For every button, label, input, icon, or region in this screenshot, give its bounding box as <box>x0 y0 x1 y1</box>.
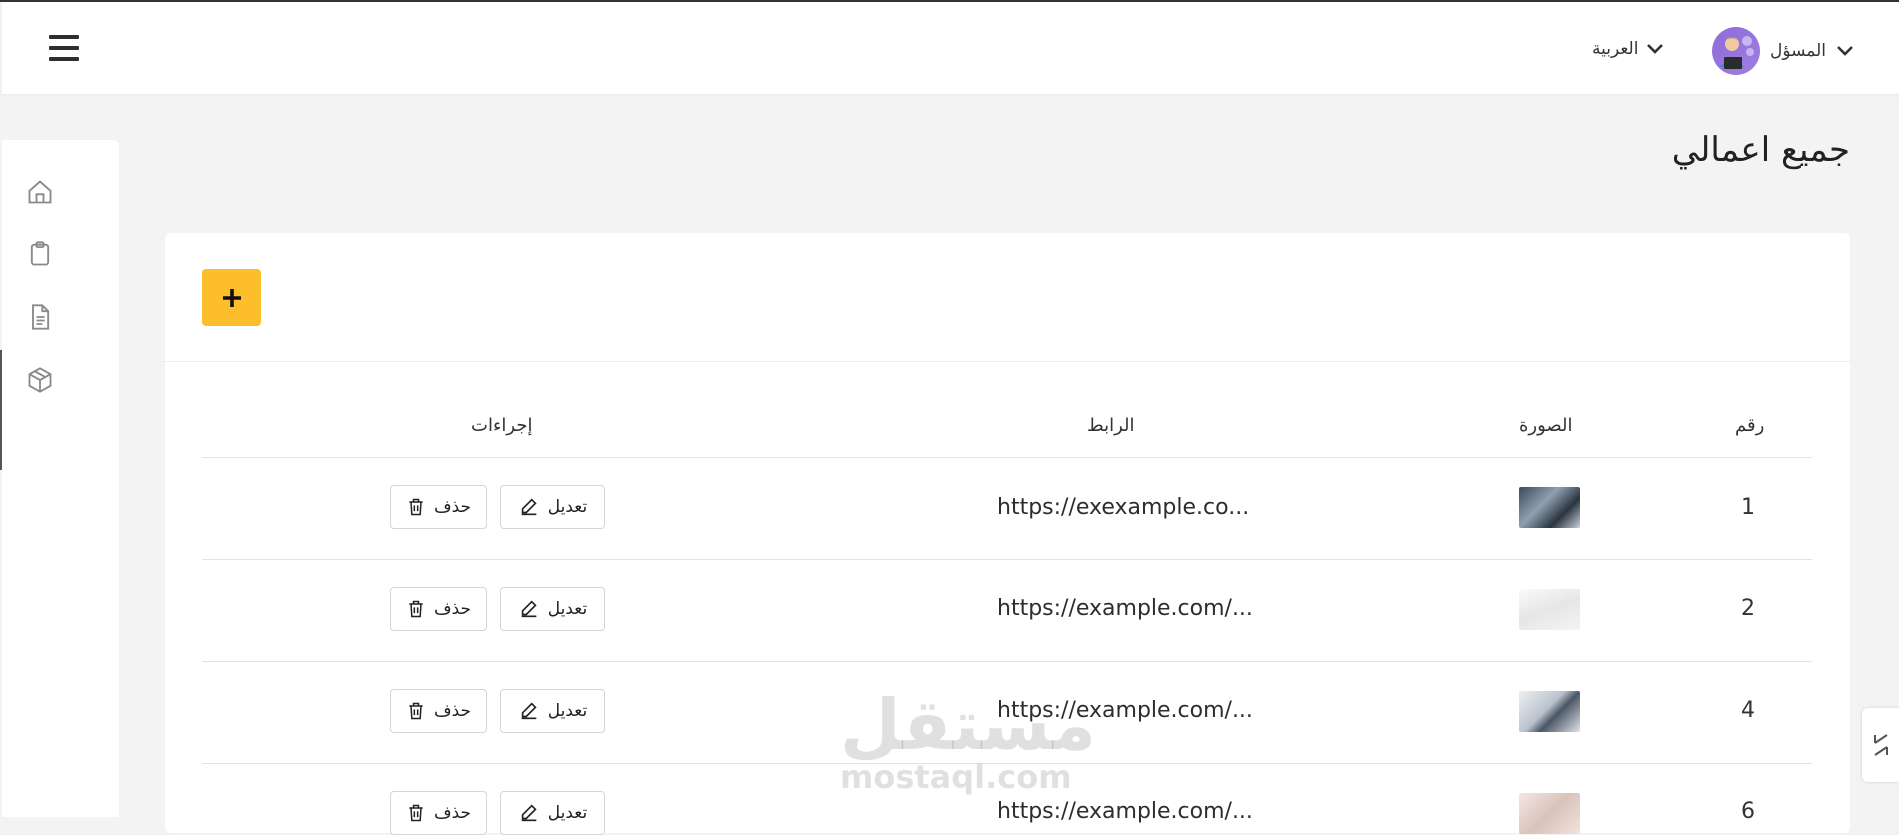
row-divider <box>202 559 1812 560</box>
trash-icon <box>409 498 423 516</box>
header-image: الصورة <box>1519 415 1573 436</box>
hamburger-menu-icon[interactable] <box>49 35 79 61</box>
work-thumbnail <box>1519 487 1580 528</box>
delete-label: حذف <box>433 497 472 517</box>
clipboard-icon[interactable] <box>26 240 54 268</box>
chevron-down-icon <box>1647 44 1664 54</box>
plus-icon <box>222 288 241 307</box>
edit-icon <box>521 702 537 720</box>
delete-label: حذف <box>433 803 472 823</box>
work-link[interactable]: https://exexample.co... <box>997 495 1249 520</box>
language-label: العربية <box>1592 39 1639 59</box>
delete-button[interactable]: حذف <box>390 791 487 835</box>
row-number: 6 <box>1741 799 1755 824</box>
header-number: رقم <box>1735 415 1765 436</box>
page-title: جميع اعمالي <box>1671 130 1850 170</box>
trash-icon <box>409 804 423 822</box>
row-number: 4 <box>1741 698 1755 723</box>
edit-label: تعديل <box>547 701 588 721</box>
card-header <box>165 233 1850 362</box>
work-link[interactable]: https://example.com/... <box>997 596 1253 621</box>
work-thumbnail <box>1519 793 1580 834</box>
edit-label: تعديل <box>547 803 588 823</box>
header-link: الرابط <box>1087 415 1135 436</box>
row-number: 2 <box>1741 596 1755 621</box>
edit-label: تعديل <box>547 599 588 619</box>
row-divider <box>202 661 1812 662</box>
row-divider <box>202 763 1812 764</box>
work-link[interactable]: https://example.com/... <box>997 799 1253 824</box>
edit-icon <box>521 600 537 618</box>
work-link[interactable]: https://example.com/... <box>997 698 1253 723</box>
user-menu[interactable]: المسؤل <box>1712 26 1854 76</box>
delete-button[interactable]: حذف <box>390 485 487 529</box>
add-work-button[interactable] <box>202 269 261 326</box>
delete-button[interactable]: حذف <box>390 689 487 733</box>
edit-button[interactable]: تعديل <box>500 689 605 733</box>
avatar <box>1712 27 1760 75</box>
edit-button[interactable]: تعديل <box>500 485 605 529</box>
edit-icon <box>521 804 537 822</box>
delete-label: حذف <box>433 701 472 721</box>
home-icon[interactable] <box>26 178 54 206</box>
delete-button[interactable]: حذف <box>390 587 487 631</box>
box-icon[interactable] <box>26 366 54 394</box>
language-selector[interactable]: العربية <box>1592 34 1664 64</box>
resize-handle-icon <box>1873 734 1888 756</box>
work-thumbnail <box>1519 691 1580 732</box>
user-label: المسؤل <box>1770 41 1827 61</box>
chevron-down-icon <box>1837 46 1853 56</box>
header-actions: إجراءات <box>471 415 533 436</box>
document-icon[interactable] <box>26 303 54 331</box>
delete-label: حذف <box>433 599 472 619</box>
top-navbar: العربية المسؤل <box>2 2 1899 94</box>
row-number: 1 <box>1741 495 1755 520</box>
work-thumbnail <box>1519 589 1580 630</box>
floating-tab-handle[interactable] <box>1862 708 1899 782</box>
edit-label: تعديل <box>547 497 588 517</box>
edit-button[interactable]: تعديل <box>500 791 605 835</box>
edit-button[interactable]: تعديل <box>500 587 605 631</box>
trash-icon <box>409 600 423 618</box>
edit-icon <box>521 498 537 516</box>
header-divider <box>202 457 1812 458</box>
sidebar <box>2 140 119 817</box>
sidebar-edge <box>0 350 2 470</box>
works-card: رقم الصورة الرابط إجراءات 1 https://exex… <box>165 233 1850 835</box>
trash-icon <box>409 702 423 720</box>
